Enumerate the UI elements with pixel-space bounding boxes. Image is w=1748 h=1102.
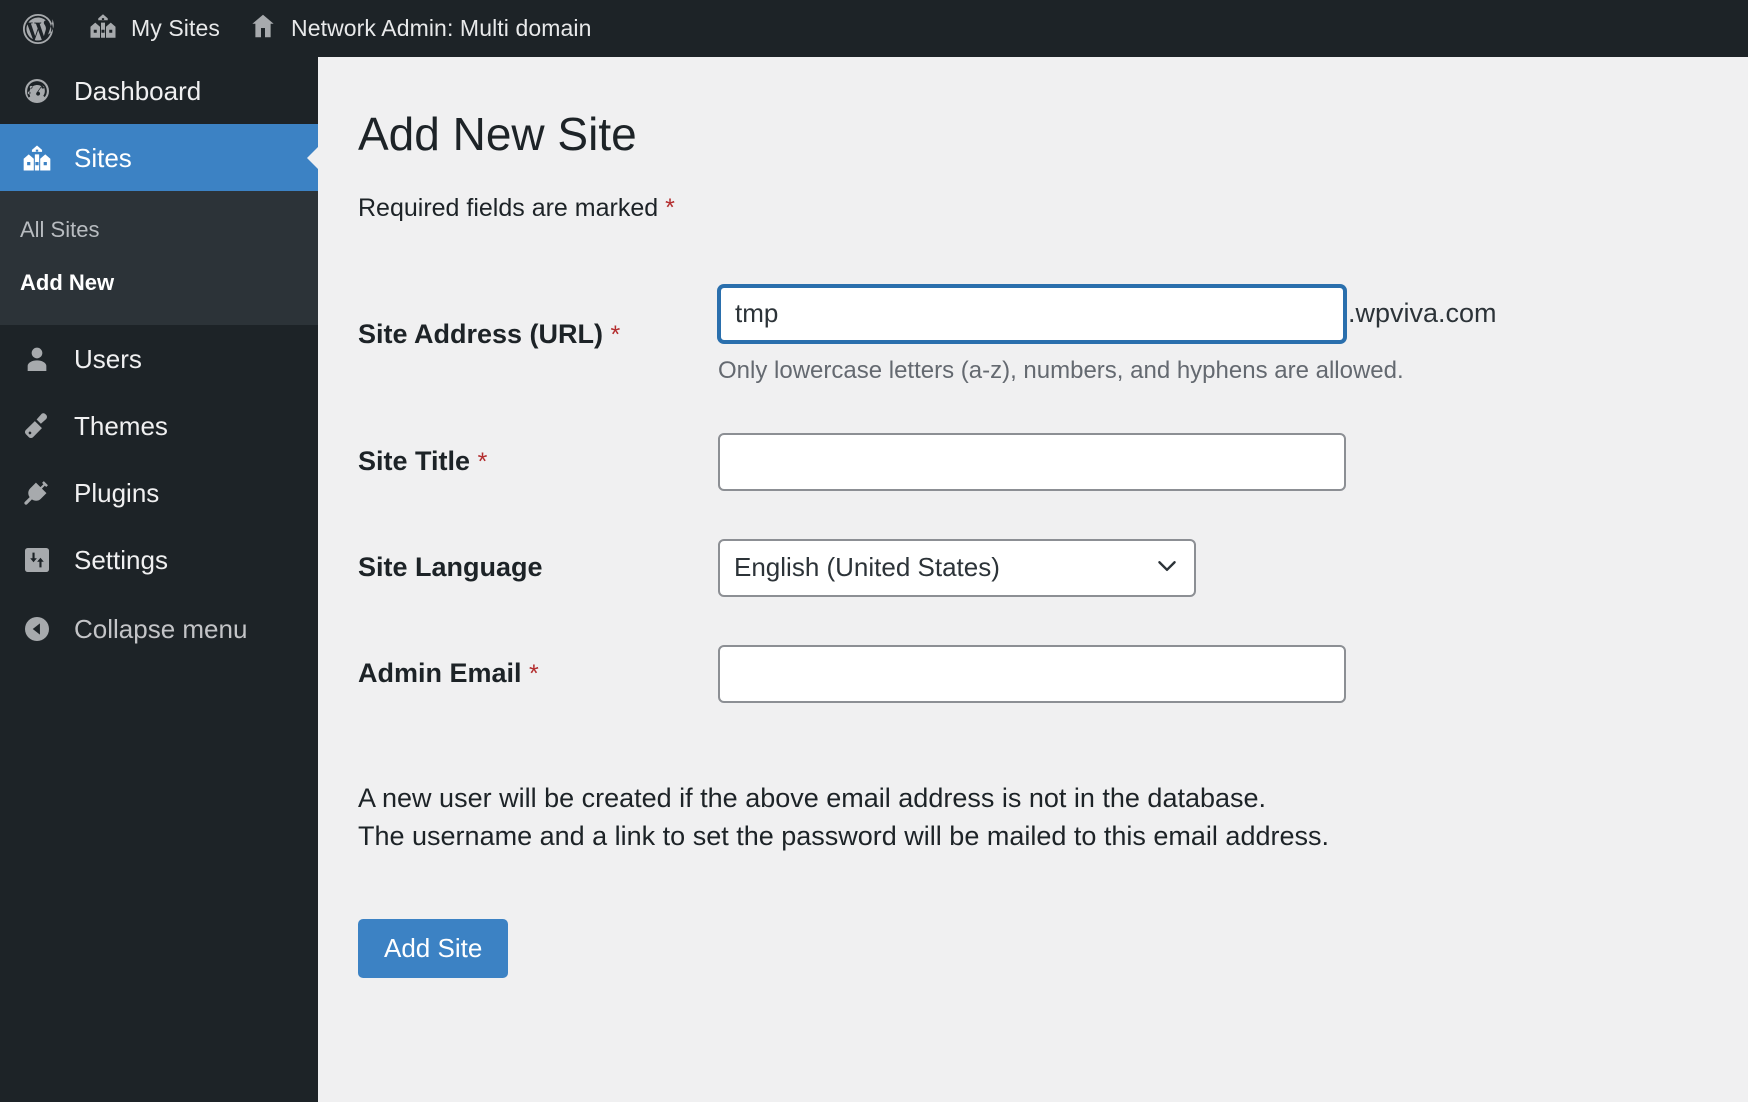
site-address-input-group: .wpviva.com <box>718 284 1748 343</box>
add-site-button[interactable]: Add Site <box>358 919 509 979</box>
sidebar-item-label: Users <box>74 343 142 374</box>
domain-suffix-label: .wpviva.com <box>1348 298 1497 329</box>
settings-icon <box>20 543 54 577</box>
admin-email-field-cell <box>718 621 1748 727</box>
admin-sidebar-menu: Dashboard Sites All Sites Add New Users … <box>0 57 318 1102</box>
sidebar-item-label: Settings <box>74 544 168 575</box>
site-language-selected-value: English (United States) <box>734 552 1000 583</box>
admin-email-label-cell: Admin Email * <box>318 621 718 727</box>
site-language-select-wrap: English (United States) <box>718 538 1196 597</box>
network-admin-menu[interactable]: Network Admin: Multi domain <box>234 0 606 57</box>
my-sites-menu[interactable]: My Sites <box>74 0 234 57</box>
admin-bar: My Sites Network Admin: Multi domain <box>0 0 1748 57</box>
required-fields-note: Required fields are marked * <box>358 194 1748 223</box>
sidebar-subitem-add-new[interactable]: Add New <box>0 256 318 309</box>
my-sites-label: My Sites <box>131 15 220 41</box>
wordpress-logo-button[interactable] <box>0 0 74 57</box>
site-address-label: Site Address (URL) <box>358 319 604 350</box>
new-user-info-line-2: The username and a link to set the passw… <box>358 820 1329 851</box>
form-row-site-language: Site Language English (United States) <box>318 515 1748 621</box>
page-title: Add New Site <box>358 108 637 160</box>
site-address-label-cell: Site Address (URL) * <box>318 261 718 409</box>
site-title-label: Site Title <box>358 446 471 477</box>
sites-submenu: All Sites Add New <box>0 191 318 325</box>
sidebar-item-plugins[interactable]: Plugins <box>0 459 318 526</box>
sidebar-item-label: Dashboard <box>74 75 202 106</box>
site-title-required-asterisk: * <box>477 448 488 477</box>
site-language-field-cell: English (United States) <box>718 515 1748 621</box>
network-admin-label: Network Admin: Multi domain <box>290 15 592 41</box>
wordpress-logo-icon <box>20 11 56 47</box>
required-asterisk: * <box>665 193 675 222</box>
site-address-input[interactable] <box>718 284 1346 343</box>
site-title-input[interactable] <box>718 432 1346 491</box>
users-icon <box>20 342 54 376</box>
site-title-label-cell: Site Title * <box>318 409 718 515</box>
sidebar-item-themes[interactable]: Themes <box>0 392 318 459</box>
sidebar-item-users[interactable]: Users <box>0 325 318 392</box>
sidebar-item-settings[interactable]: Settings <box>0 526 318 593</box>
network-home-icon <box>248 11 278 47</box>
admin-email-label: Admin Email <box>358 658 522 689</box>
sidebar-item-label: Sites <box>74 142 132 173</box>
site-address-help-text: Only lowercase letters (a-z), numbers, a… <box>718 356 1404 384</box>
new-user-info-text: A new user will be created if the above … <box>358 779 1748 856</box>
site-title-field-cell <box>718 409 1748 515</box>
main-content: Add New Site Required fields are marked … <box>318 57 1748 1102</box>
site-address-field-cell: .wpviva.com Only lowercase letters (a-z)… <box>718 261 1748 409</box>
sidebar-item-dashboard[interactable]: Dashboard <box>0 57 318 124</box>
site-address-required-asterisk: * <box>610 321 621 350</box>
themes-icon <box>20 409 54 443</box>
submit-row: Add Site <box>358 919 1748 979</box>
admin-email-required-asterisk: * <box>529 660 539 689</box>
admin-email-input[interactable] <box>718 644 1346 703</box>
plugins-icon <box>20 476 54 510</box>
sites-icon <box>20 141 54 175</box>
add-site-form: Site Address (URL) * .wpviva.com Only lo… <box>318 261 1748 727</box>
form-row-site-title: Site Title * <box>318 409 1748 515</box>
site-language-label: Site Language <box>358 552 543 583</box>
sidebar-item-sites[interactable]: Sites <box>0 124 318 191</box>
sidebar-subitem-all-sites[interactable]: All Sites <box>0 203 318 256</box>
new-user-info-line-1: A new user will be created if the above … <box>358 782 1267 813</box>
sidebar-item-label: Themes <box>74 410 168 441</box>
form-row-site-address: Site Address (URL) * .wpviva.com Only lo… <box>318 261 1748 409</box>
required-fields-text: Required fields are marked <box>358 193 659 222</box>
form-row-admin-email: Admin Email * <box>318 621 1748 727</box>
collapse-arrow-icon <box>20 612 54 646</box>
my-sites-icon <box>88 11 118 47</box>
collapse-menu-label: Collapse menu <box>74 613 248 644</box>
sidebar-item-label: Plugins <box>74 477 160 508</box>
site-language-label-cell: Site Language <box>318 515 718 621</box>
dashboard-icon <box>20 74 54 108</box>
site-language-select[interactable]: English (United States) <box>718 538 1196 597</box>
collapse-menu-button[interactable]: Collapse menu <box>0 597 318 661</box>
